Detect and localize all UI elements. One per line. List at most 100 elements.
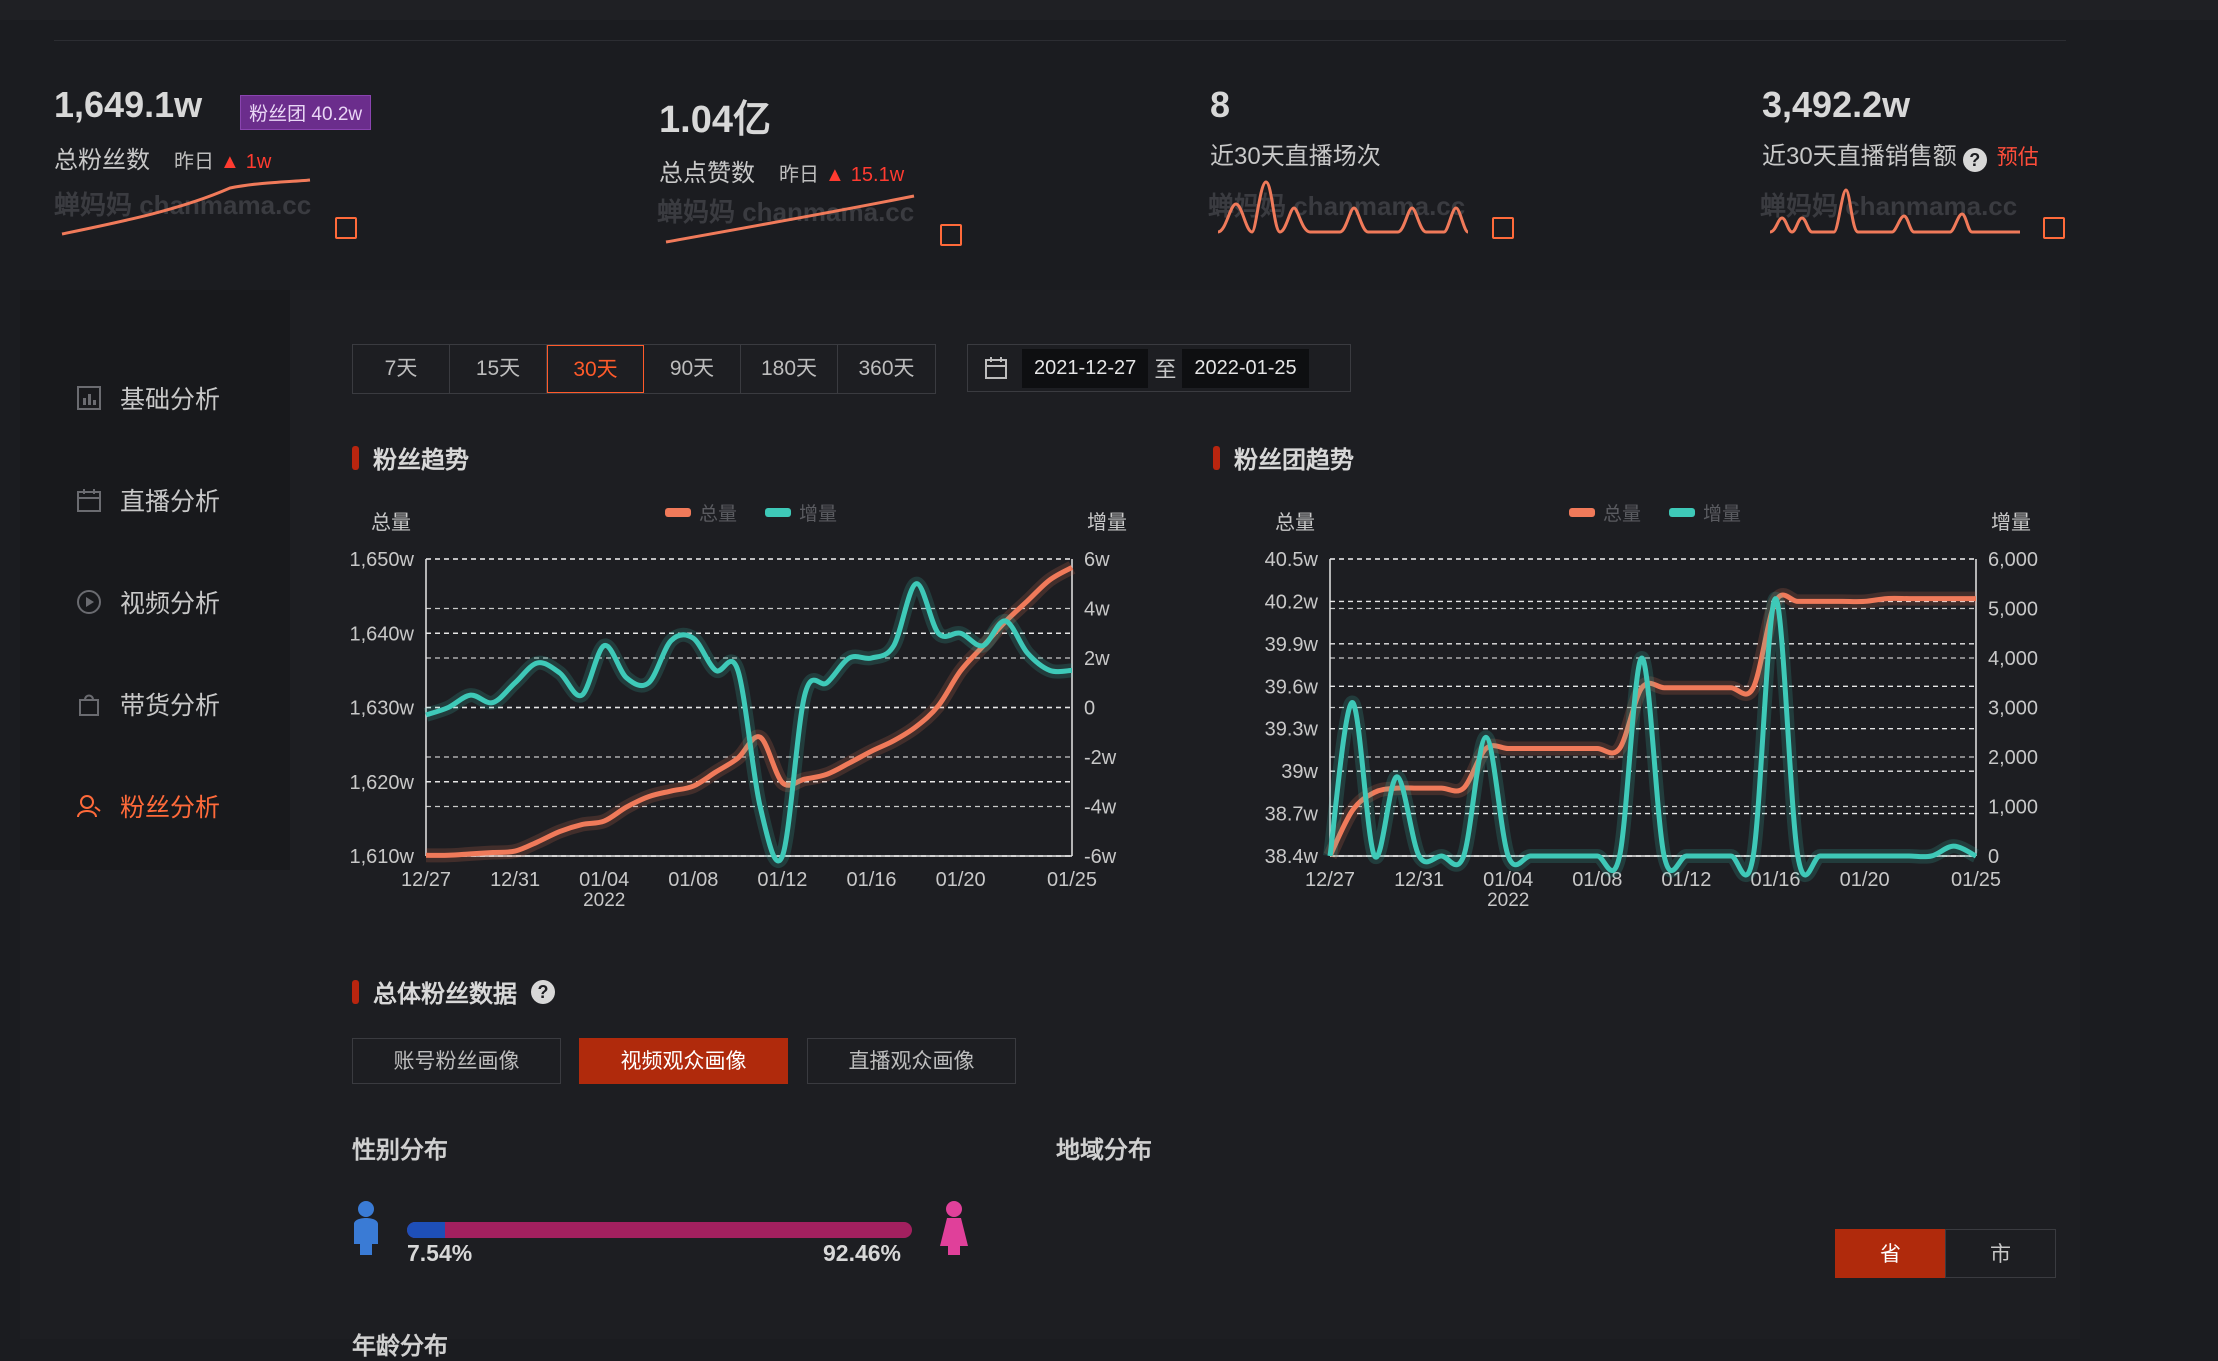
sparkline-fans <box>61 178 311 236</box>
y-left-tick-label: 39.3w <box>1265 719 1319 741</box>
end-date-field[interactable]: 2022-01-25 <box>1182 348 1309 388</box>
sparkline-likes <box>665 194 915 244</box>
y-right-tick-label: -4w <box>1084 797 1117 819</box>
section-marker <box>352 445 359 470</box>
x-tick-label: 01/20 <box>936 869 986 891</box>
x-tick-label: 01/04 <box>579 869 629 891</box>
sidebar-item-live-analysis[interactable]: 直播分析 <box>76 482 220 518</box>
divider <box>54 40 2066 41</box>
date-range-picker[interactable]: 2021-12-27 至 2022-01-25 <box>967 344 1351 392</box>
sidebar-item-label: 带货分析 <box>120 692 221 720</box>
fan-club-badge[interactable]: 粉丝团 40.2w <box>240 95 372 131</box>
section-title-fans-trend: 粉丝趋势 <box>352 440 469 475</box>
range-360d-button[interactable]: 360天 <box>838 345 935 393</box>
series-line-increase <box>425 581 1073 864</box>
range-selector: 7天 15天 30天 90天 180天 360天 <box>352 344 936 394</box>
stat-label: 近30天直播销售额 <box>1762 143 1957 170</box>
age-title: 年龄分布 <box>352 1333 448 1360</box>
sidebar-item-label: 直播分析 <box>120 488 221 516</box>
range-180d-button[interactable]: 180天 <box>741 345 838 393</box>
section-title-overall: 总体粉丝数据? <box>352 974 555 1009</box>
section-marker <box>1213 445 1220 470</box>
right-axis-label: 增量 <box>1991 511 2031 534</box>
x-tick-label: 12/31 <box>1394 869 1444 891</box>
y-right-tick-label: 4w <box>1084 599 1110 621</box>
y-left-tick-label: 39.9w <box>1265 634 1319 656</box>
bar-chart-icon <box>77 386 101 410</box>
tab-live-audience-portrait[interactable]: 直播观众画像 <box>807 1038 1016 1084</box>
sparkline-live-sales <box>1769 188 2020 234</box>
y-right-tick-label: 6,000 <box>1988 549 2038 571</box>
sidebar-item-label: 粉丝分析 <box>120 794 221 822</box>
start-date-field[interactable]: 2021-12-27 <box>1022 348 1149 388</box>
city-toggle-button[interactable]: 市 <box>1945 1229 2056 1278</box>
x-tick-label: 01/16 <box>846 869 896 891</box>
estimate-note: 预估 <box>1996 146 2039 169</box>
legend-swatch-total <box>1569 508 1596 517</box>
y-right-tick-label: 2w <box>1084 648 1110 670</box>
fan-club-trend-chart: 38.4w38.7w39w39.3w39.6w39.9w40.2w40.5w01… <box>1265 503 2038 910</box>
y-right-tick-label: -6w <box>1084 846 1117 868</box>
y-left-tick-label: 40.2w <box>1265 591 1319 613</box>
stat-live-sessions: 8 近30天直播场次 <box>1210 84 1381 171</box>
legend-swatch-increase <box>765 508 792 517</box>
help-icon[interactable]: ? <box>1962 147 1987 172</box>
right-axis-label: 增量 <box>1087 511 1127 534</box>
sidebar-item-video-analysis[interactable]: 视频分析 <box>76 584 220 620</box>
legend-label: 总量 <box>1603 503 1641 525</box>
range-7d-button[interactable]: 7天 <box>353 345 450 393</box>
sidebar-item-goods-analysis[interactable]: 带货分析 <box>76 686 220 722</box>
x-tick-label: 12/27 <box>1305 869 1355 891</box>
female-icon <box>940 1201 968 1255</box>
female-percent: 92.46% <box>823 1240 902 1266</box>
sidebar <box>20 290 290 870</box>
y-left-tick-label: 1,610w <box>350 846 415 868</box>
y-right-tick-label: 0 <box>1988 846 1999 868</box>
x-sub-label: 2022 <box>583 890 625 910</box>
calendar-icon <box>77 489 101 512</box>
y-right-tick-label: 4,000 <box>1988 648 2038 670</box>
y-right-tick-label: 2,000 <box>1988 747 2038 769</box>
province-toggle-button[interactable]: 省 <box>1835 1229 1946 1278</box>
sidebar-item-basic-analysis[interactable]: 基础分析 <box>76 380 220 416</box>
legend-swatch-increase <box>1669 508 1696 517</box>
trend-chart-icon[interactable] <box>1492 217 1514 239</box>
x-tick-label: 01/20 <box>1840 869 1890 891</box>
stat-total-likes: 1.04亿 总点赞数 昨日 ▲ 15.1w <box>659 88 904 188</box>
y-right-tick-label: 1,000 <box>1988 797 2038 819</box>
stat-value: 1,649.1w <box>54 84 203 125</box>
range-30d-button[interactable]: 30天 <box>547 345 644 393</box>
x-tick-label: 01/16 <box>1750 869 1800 891</box>
y-right-tick-label: 6w <box>1084 549 1110 571</box>
y-right-tick-label: -2w <box>1084 747 1117 769</box>
stat-label: 近30天直播场次 <box>1210 143 1381 170</box>
sidebar-item-label: 视频分析 <box>120 590 221 618</box>
series-line-increase <box>1327 596 1978 878</box>
x-tick-label: 12/27 <box>401 869 451 891</box>
y-left-tick-label: 39w <box>1281 761 1318 783</box>
sidebar-item-label: 基础分析 <box>120 386 221 414</box>
bag-icon <box>79 694 99 716</box>
range-90d-button[interactable]: 90天 <box>644 345 741 393</box>
male-percent: 7.54% <box>407 1240 473 1266</box>
legend-swatch-total <box>665 508 692 517</box>
left-axis-label: 总量 <box>1275 511 1315 534</box>
legend-label: 总量 <box>699 503 737 525</box>
date-separator: 至 <box>1154 357 1177 382</box>
sidebar-item-fans-analysis[interactable]: 粉丝分析 <box>76 788 220 824</box>
tab-account-fans-portrait[interactable]: 账号粉丝画像 <box>352 1038 561 1084</box>
yesterday-label: 昨日 <box>779 164 819 186</box>
top-bar <box>0 0 2218 20</box>
range-15d-button[interactable]: 15天 <box>450 345 547 393</box>
trend-chart-icon[interactable] <box>2043 217 2065 239</box>
help-icon[interactable]: ? <box>531 979 555 1004</box>
stat-label: 总点赞数 <box>659 160 755 187</box>
trend-chart-icon[interactable] <box>940 224 962 246</box>
x-tick-label: 12/31 <box>490 869 540 891</box>
tab-video-audience-portrait[interactable]: 视频观众画像 <box>579 1038 788 1084</box>
up-arrow-icon: ▲ <box>825 164 845 186</box>
up-arrow-icon: ▲ <box>220 151 240 174</box>
x-tick-label: 01/25 <box>1047 869 1097 891</box>
y-left-tick-label: 40.5w <box>1265 549 1319 571</box>
trend-chart-icon[interactable] <box>335 217 357 239</box>
